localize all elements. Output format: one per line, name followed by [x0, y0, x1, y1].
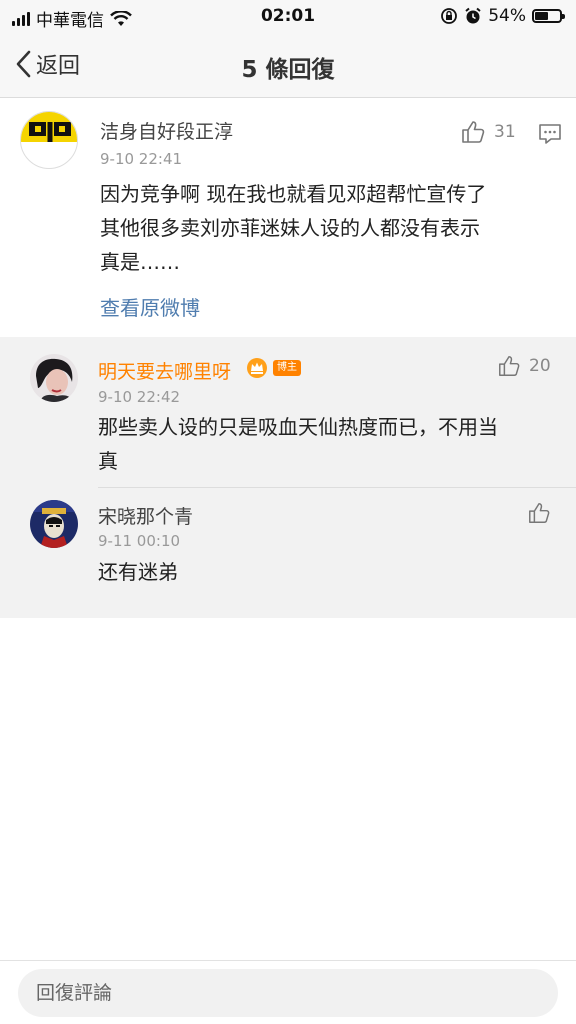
- replies-section: 明天要去哪里呀 博主 9-10 22:42 20 那些卖人设的只是吸血天仙热度而…: [0, 337, 576, 618]
- battery-percent: 54%: [488, 6, 526, 26]
- reply-line: 真: [98, 449, 118, 473]
- bottom-bar: [0, 960, 576, 1024]
- avatar[interactable]: [30, 500, 78, 548]
- reply-item: 明天要去哪里呀 博主 9-10 22:42 20 那些卖人设的只是吸血天仙热度而…: [0, 337, 576, 487]
- nav-bar: 返回 5 條回復: [0, 34, 576, 98]
- like-button[interactable]: 20: [497, 354, 551, 378]
- timestamp: 9-10 22:41: [100, 150, 183, 168]
- username[interactable]: 宋晓那个青: [98, 502, 193, 529]
- thumbs-up-icon: [499, 356, 520, 376]
- reply-text: 那些卖人设的只是吸血天仙热度而已，不用当 真: [98, 410, 548, 478]
- comment-text: 因为竞争啊 现在我也就看见邓超帮忙宣传了 其他很多卖刘亦菲迷妹人设的人都没有表示…: [100, 177, 560, 279]
- reply-line: 还有迷弟: [98, 560, 178, 584]
- reply-input[interactable]: [18, 969, 558, 1017]
- avatar-image: [30, 354, 78, 402]
- page-title: 5 條回復: [241, 57, 335, 83]
- vip-crown-icon: [247, 358, 267, 378]
- avatar[interactable]: [20, 111, 78, 169]
- username[interactable]: 洁身自好段正淳: [100, 117, 233, 144]
- comment-line: 因为竞争啊 现在我也就看见邓超帮忙宣传了: [100, 182, 487, 206]
- reply-line: 那些卖人设的只是吸血天仙热度而已，不用当: [98, 415, 498, 439]
- status-right: 54%: [440, 6, 565, 26]
- timestamp: 9-11 00:10: [98, 532, 181, 550]
- like-button[interactable]: [527, 501, 551, 525]
- reply-item: 宋晓那个青 9-11 00:10 还有迷弟: [0, 488, 576, 618]
- rotation-lock-icon: [441, 8, 458, 24]
- like-button[interactable]: 31: [460, 119, 516, 145]
- timestamp: 9-10 22:42: [98, 388, 181, 406]
- author-badge: 博主: [273, 360, 301, 376]
- status-bar: 中華電信 02:01 54%: [0, 0, 576, 34]
- battery-icon: [532, 9, 565, 23]
- main-comment: 洁身自好段正淳 9-10 22:41 31 因为竞争啊 现在我也就看见邓超帮忙宣…: [0, 99, 576, 337]
- thumbs-up-icon: [462, 121, 485, 143]
- reply-text: 还有迷弟: [98, 555, 548, 589]
- vip-badges: 博主: [245, 356, 301, 380]
- view-original-link[interactable]: 查看原微博: [100, 292, 200, 321]
- alarm-icon: [465, 7, 481, 24]
- comment-icon[interactable]: [538, 123, 562, 145]
- thumbs-up-icon: [529, 503, 550, 523]
- like-count: 31: [494, 122, 516, 142]
- avatar-image: [21, 112, 77, 142]
- battery-level: [535, 12, 548, 20]
- like-count: 20: [529, 356, 551, 376]
- username[interactable]: 明天要去哪里呀: [98, 357, 231, 384]
- avatar[interactable]: [30, 354, 78, 402]
- comment-line: 真是……: [100, 250, 180, 274]
- avatar-image: [30, 500, 78, 548]
- comment-line: 其他很多卖刘亦菲迷妹人设的人都没有表示: [100, 216, 480, 240]
